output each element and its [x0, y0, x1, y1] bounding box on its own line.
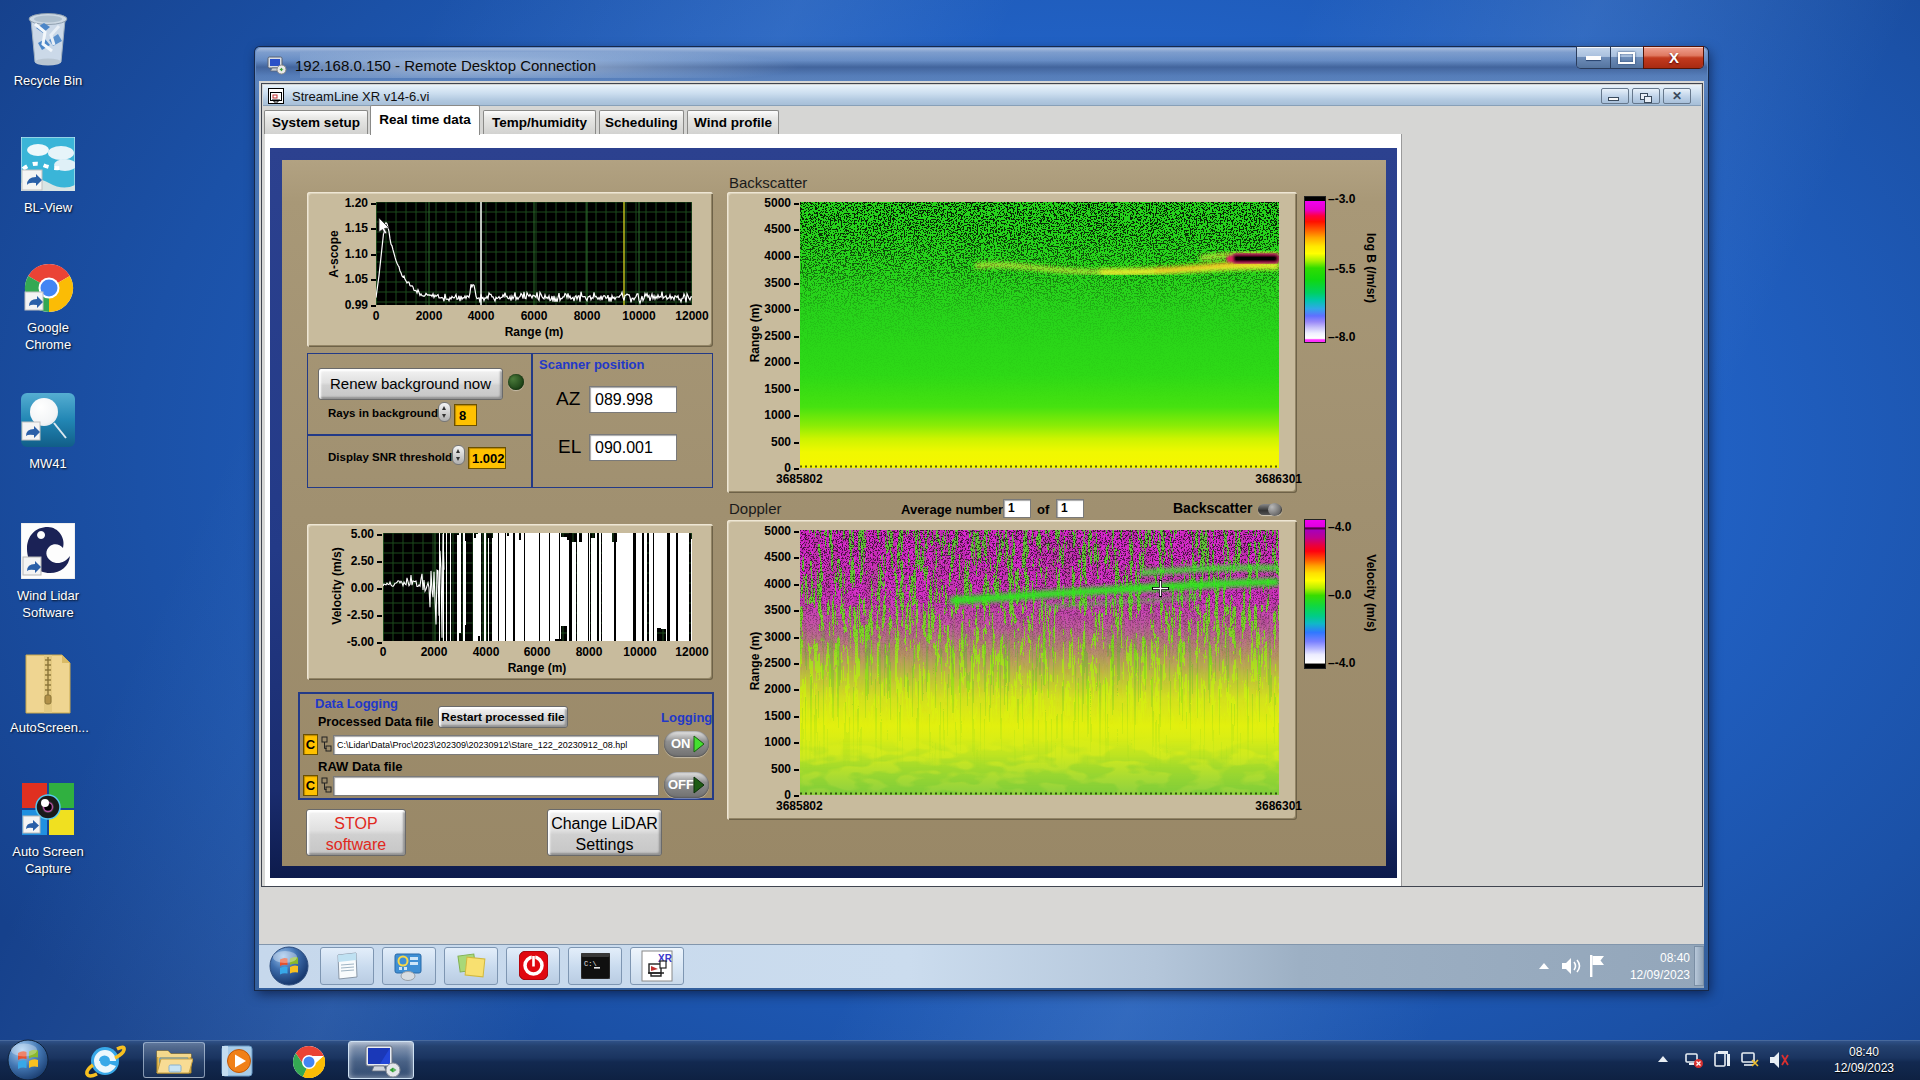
- svg-text:C:\: C:\: [584, 960, 597, 968]
